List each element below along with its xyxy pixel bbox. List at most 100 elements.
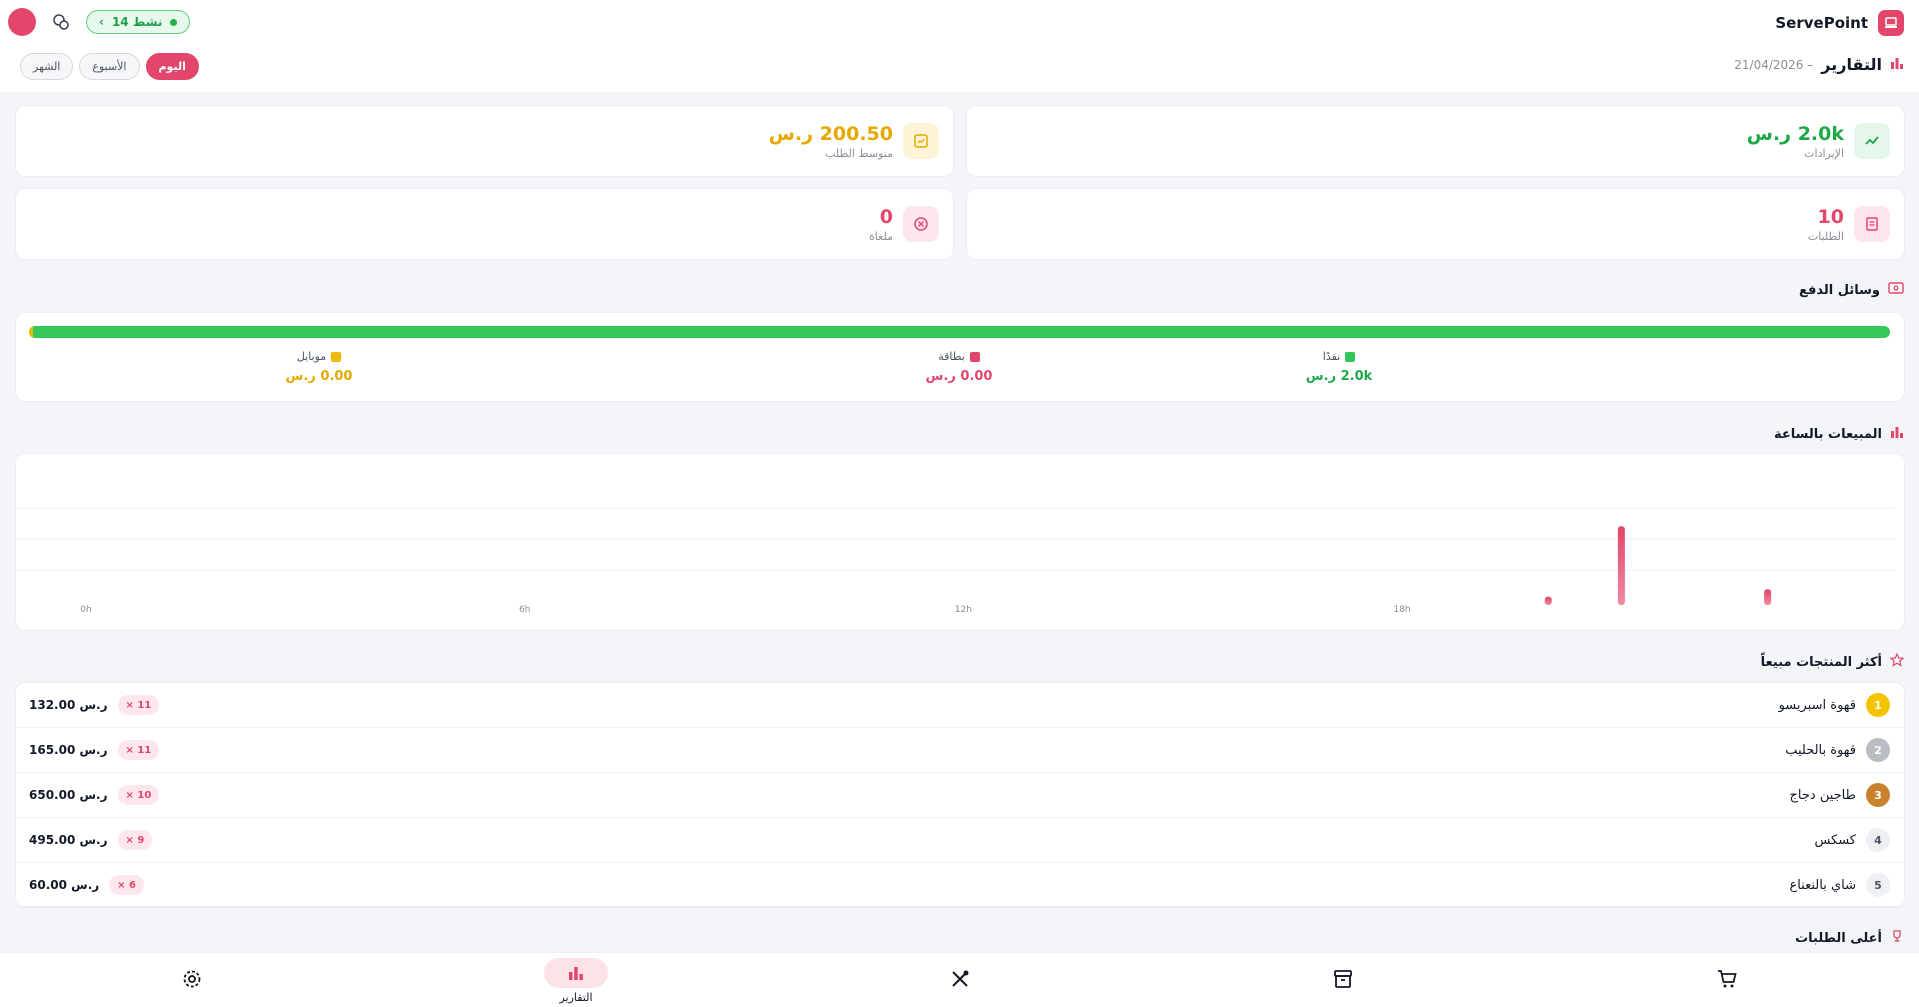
product-rank-badge: 2 (1866, 738, 1890, 762)
chevron-left-icon: ‹ (99, 15, 104, 29)
orders-label: الطلبات (1807, 229, 1844, 243)
product-meta: 495.00 ر.س × 9 (29, 830, 153, 850)
payment-mobile: موبايل 0.00 ر.س (249, 350, 389, 384)
product-meta: 60.00 ر.س × 6 (29, 875, 144, 895)
product-qty-badge: × 9 (117, 830, 153, 850)
chart-bar[interactable] (1544, 596, 1552, 605)
brand-name: ServePoint (1775, 14, 1868, 32)
archive-icon (1332, 968, 1354, 994)
register-icon (1878, 10, 1904, 36)
nav-cart[interactable] (1667, 953, 1787, 1007)
brand: ServePoint (1775, 10, 1904, 36)
payment-card: بطاقة 0.00 ر.س (889, 350, 1029, 384)
cart-icon (1716, 968, 1738, 994)
bar-chart-icon (544, 957, 608, 988)
tab-week[interactable]: الأسبوع (79, 53, 140, 80)
product-row: 5 شاي بالنعناع 60.00 ر.س × 6 (15, 863, 1904, 908)
product-revenue: 132.00 ر.س (29, 698, 108, 712)
payments-bar (29, 326, 1890, 338)
product-revenue: 650.00 ر.س (29, 788, 108, 802)
payment-cash: نقدًا 2.0k ر.س (1269, 350, 1409, 384)
bottom-nav: التقارير (0, 952, 1919, 1007)
legend-swatch-cash (1345, 351, 1356, 362)
nav-reports[interactable]: التقارير (516, 953, 636, 1007)
period-tabs: الشهر الأسبوع اليوم (20, 53, 199, 80)
product-name: شاي بالنعناع (1789, 877, 1856, 893)
payment-cash-value: 2.0k ر.س (1305, 369, 1373, 384)
product-qty-badge: × 11 (117, 740, 160, 760)
product-revenue: 165.00 ر.س (29, 743, 108, 757)
product-rank-badge: 5 (1866, 873, 1890, 897)
chart-x-tick: 0h (80, 605, 91, 615)
product-row: 1 قهوة اسبريسو 132.00 ر.س × 11 (15, 683, 1904, 728)
trend-up-icon (1854, 123, 1890, 159)
page-title: التقارير (1821, 55, 1882, 74)
bar-chart-icon (1890, 425, 1904, 443)
page-header: التقارير 21/04/2026 – (1734, 55, 1904, 74)
receipt-icon (1854, 206, 1890, 242)
nav-settings[interactable] (132, 953, 252, 1007)
utensils-icon (949, 968, 971, 994)
revenue-label: الإيرادات (1804, 146, 1844, 160)
chart-bar[interactable] (1617, 526, 1625, 605)
tables-icon[interactable] (50, 11, 72, 33)
payment-mobile-value: 0.00 ر.س (285, 369, 353, 384)
legend-swatch-card (969, 351, 980, 362)
orders-card: 10 الطلبات (966, 188, 1905, 260)
product-name: كسكس (1814, 832, 1856, 848)
avg-order-label: متوسط الطلب (825, 146, 893, 160)
cancelled-card: 0 ملغاة (15, 188, 954, 260)
star-icon (1889, 652, 1905, 671)
revenue-card: 2.0k ر.س الإيرادات (966, 105, 1905, 177)
top-orders-heading: أعلى الطلبات (1795, 929, 1904, 947)
hourly-sales-heading: المبيعات بالساعة (1774, 425, 1904, 443)
product-revenue: 495.00 ر.س (29, 833, 108, 847)
product-row: 3 طاجين دجاج 650.00 ر.س × 10 (15, 773, 1904, 818)
active-count: 14 نشط (111, 15, 163, 29)
gear-icon (181, 968, 203, 994)
revenue-value: 2.0k ر.س (1746, 122, 1844, 145)
cancelled-label: ملغاة (869, 229, 893, 243)
money-icon (1888, 282, 1904, 298)
product-rank-badge: 1 (1866, 693, 1890, 717)
hourly-sales-chart: 0h 6h 12h 18h (15, 507, 1895, 615)
tab-month[interactable]: الشهر (20, 53, 74, 80)
top-actions: ‹ 14 نشط (8, 8, 191, 36)
product-name: طاجين دجاج (1789, 787, 1856, 803)
bar-chart-icon (1890, 55, 1904, 74)
cancelled-value: 0 (879, 205, 893, 228)
payment-card-value: 0.00 ر.س (925, 369, 993, 384)
legend-swatch-mobile (331, 351, 342, 362)
product-row: 4 كسكس 495.00 ر.س × 9 (15, 818, 1904, 863)
nav-menu[interactable] (900, 953, 1020, 1007)
product-meta: 165.00 ر.س × 11 (29, 740, 160, 760)
active-orders-pill[interactable]: ‹ 14 نشط (86, 10, 191, 34)
chart-x-tick: 18h (1393, 605, 1410, 615)
product-name: قهوة بالحليب (1785, 742, 1856, 758)
product-qty-badge: × 6 (109, 875, 144, 895)
cancel-circle-icon (903, 206, 939, 242)
product-qty-badge: × 10 (117, 785, 160, 805)
chart-x-tick: 6h (519, 605, 530, 615)
top-bar: ServePoint ‹ 14 نشط التقارير 21/04/2026 … (0, 0, 1919, 92)
product-rank-badge: 3 (1866, 783, 1890, 807)
avatar[interactable] (8, 8, 36, 36)
tab-today[interactable]: اليوم (145, 53, 199, 80)
product-qty-badge: × 11 (117, 695, 160, 715)
status-dot-icon (170, 18, 178, 26)
product-row: 2 قهوة بالحليب 165.00 ر.س × 11 (15, 728, 1904, 773)
payments-heading: وسائل الدفع (1799, 282, 1904, 298)
orders-value: 10 (1817, 205, 1844, 228)
trophy-icon (1890, 929, 1904, 947)
nav-archive[interactable] (1283, 953, 1403, 1007)
product-meta: 650.00 ر.س × 10 (29, 785, 160, 805)
page-date: 21/04/2026 – (1734, 57, 1814, 72)
product-revenue: 60.00 ر.س (29, 878, 100, 892)
avg-order-card: 200.50 ر.س متوسط الطلب (15, 105, 954, 177)
avg-order-value: 200.50 ر.س (768, 122, 893, 145)
chart-bar[interactable] (1764, 589, 1772, 605)
top-products-heading: أكثر المنتجات مبيعاً (1761, 652, 1905, 671)
payments-bar-mobile-segment (29, 326, 33, 338)
chart-x-tick: 12h (955, 605, 972, 615)
product-name: قهوة اسبريسو (1778, 697, 1856, 713)
